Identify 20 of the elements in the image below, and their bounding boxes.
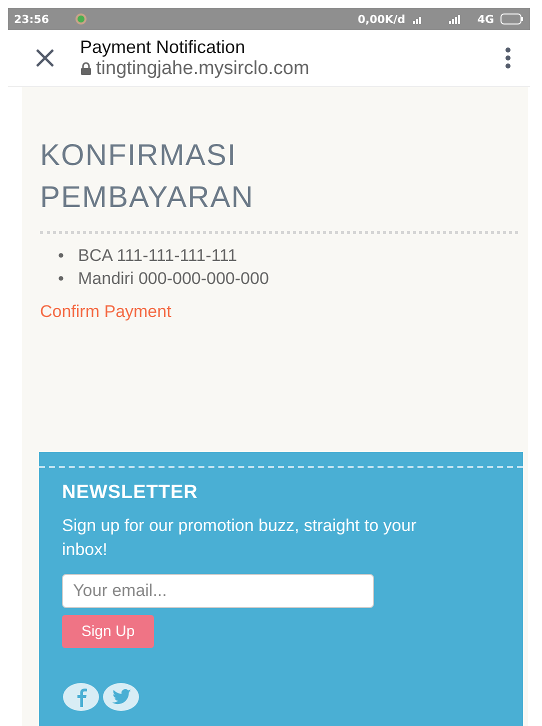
network-speed: 0,00K/d — [358, 12, 406, 26]
bank-account: BCA 111-111-111-111 — [78, 246, 238, 265]
newsletter-text: Sign up for our promotion buzz, straight to your inbox! — [62, 515, 418, 561]
close-icon[interactable] — [34, 47, 56, 69]
bank-account: Mandiri 000-000-000-000 — [78, 269, 269, 288]
network-type: 4G — [477, 12, 494, 26]
page-url: tingtingjahe.mysirclo.com — [96, 58, 310, 80]
newsletter-title: NEWSLETTER — [62, 482, 198, 504]
page-heading: KONFIRMASI — [40, 138, 237, 174]
battery-icon — [500, 13, 524, 25]
bullet: • — [58, 268, 65, 290]
sign-up-button[interactable]: Sign Up — [62, 615, 154, 648]
page-title: Payment Notification — [80, 36, 246, 58]
confirm-payment-link[interactable]: Confirm Payment — [40, 302, 172, 322]
more-menu-icon[interactable] — [504, 47, 512, 69]
email-field[interactable]: Your email... — [62, 574, 374, 608]
bullet: • — [58, 245, 65, 267]
lock-icon — [80, 62, 92, 76]
page-heading: PEMBAYARAN — [40, 180, 254, 216]
status-time: 23:56 — [14, 12, 50, 26]
